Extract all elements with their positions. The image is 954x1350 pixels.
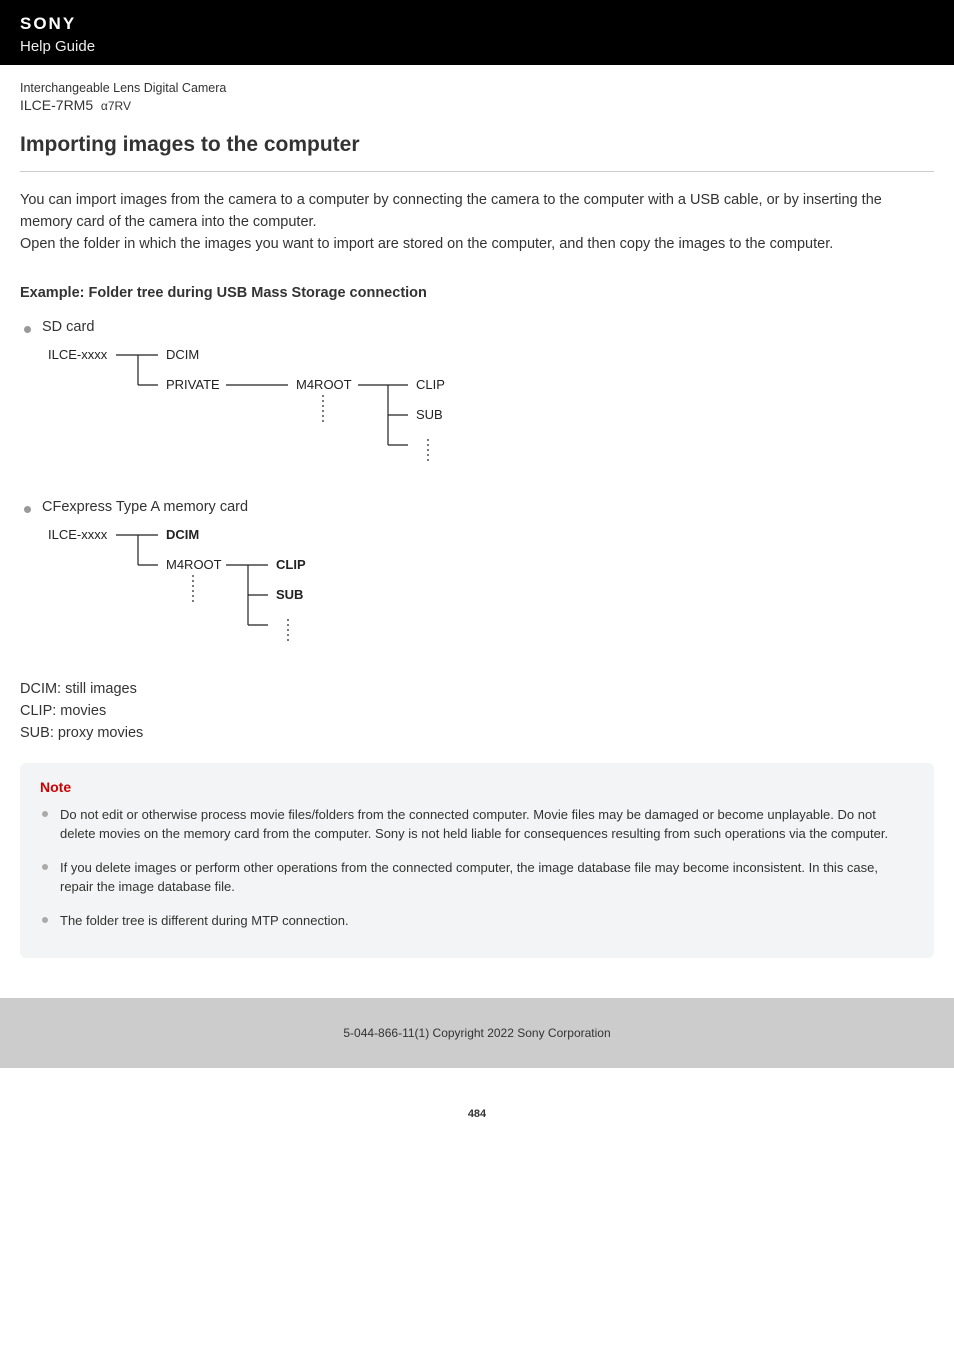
model-main: ILCE-7RM5 (20, 97, 93, 113)
tree-diagram-cf: ILCE-xxxx DCIM M4ROOT CLIP SUB (48, 525, 934, 649)
brand-logo: SONY (20, 14, 934, 34)
help-guide-label: Help Guide (20, 38, 934, 55)
tree-m4root-label: M4ROOT (296, 377, 352, 392)
tree-item-sd: SD card ILCE-xxxx DCIM PRIVATE M4ROOT (24, 319, 934, 469)
tree-item-sd-label: SD card (42, 319, 94, 335)
tree-clip-label: CLIP (416, 377, 445, 392)
note-item: If you delete images or perform other op… (42, 858, 914, 897)
divider (20, 171, 934, 172)
tree-clip-label: CLIP (276, 557, 306, 572)
page-header: SONY Help Guide (0, 0, 954, 65)
legend-clip: CLIP: movies (20, 701, 934, 723)
legend-dcim: DCIM: still images (20, 679, 934, 701)
intro-p1: You can import images from the camera to… (20, 190, 934, 234)
legend-sub: SUB: proxy movies (20, 723, 934, 745)
legend: DCIM: still images CLIP: movies SUB: pro… (20, 679, 934, 744)
tree-item-cf: CFexpress Type A memory card ILCE-xxxx D… (24, 499, 934, 649)
page-number: 484 (0, 1068, 954, 1140)
product-model: ILCE-7RM5 α7RV (20, 97, 934, 113)
tree-diagram-sd: ILCE-xxxx DCIM PRIVATE M4ROOT CLIP SUB (48, 345, 934, 469)
tree-sub-label: SUB (416, 407, 443, 422)
product-type: Interchangeable Lens Digital Camera (20, 81, 934, 95)
note-item: The folder tree is different during MTP … (42, 911, 914, 931)
example-title: Example: Folder tree during USB Mass Sto… (20, 285, 934, 301)
intro-text: You can import images from the camera to… (20, 190, 934, 255)
tree-dcim-label: DCIM (166, 527, 199, 542)
note-box: Note Do not edit or otherwise process mo… (20, 763, 934, 959)
tree-dcim-label: DCIM (166, 347, 199, 362)
note-list: Do not edit or otherwise process movie f… (40, 805, 914, 931)
tree-private-label: PRIVATE (166, 377, 220, 392)
tree-m4root-label: M4ROOT (166, 557, 222, 572)
note-title: Note (40, 779, 914, 795)
page-footer: 5-044-866-11(1) Copyright 2022 Sony Corp… (0, 998, 954, 1068)
tree-item-cf-label: CFexpress Type A memory card (42, 499, 248, 515)
tree-root-label: ILCE-xxxx (48, 527, 108, 542)
main-content: Interchangeable Lens Digital Camera ILCE… (0, 65, 954, 958)
tree-sub-label: SUB (276, 587, 303, 602)
model-sub: α7RV (101, 99, 131, 113)
intro-p2: Open the folder in which the images you … (20, 234, 934, 256)
tree-list: SD card ILCE-xxxx DCIM PRIVATE M4ROOT (20, 319, 934, 649)
tree-root-label: ILCE-xxxx (48, 347, 108, 362)
page-title: Importing images to the computer (20, 133, 934, 157)
note-item: Do not edit or otherwise process movie f… (42, 805, 914, 844)
